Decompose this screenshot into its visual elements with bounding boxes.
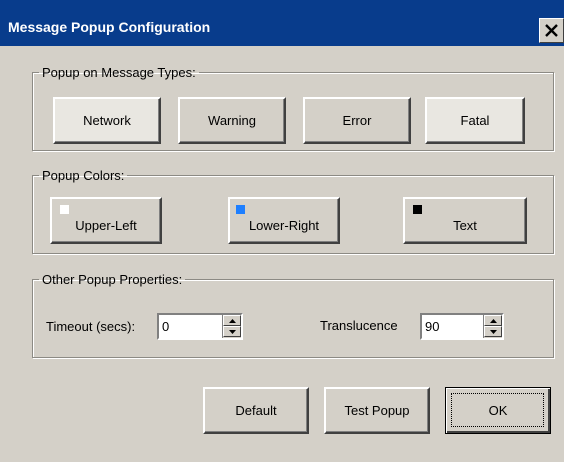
timeout-spinner[interactable]: 0 — [157, 313, 243, 340]
close-icon — [545, 24, 558, 37]
timeout-increment-button[interactable] — [223, 315, 241, 326]
default-button[interactable]: Default — [203, 387, 309, 434]
translucence-increment-button[interactable] — [484, 315, 502, 326]
other-properties-legend: Other Popup Properties: — [42, 272, 183, 287]
down-arrow-icon — [228, 329, 236, 334]
upper-left-color-button[interactable]: Upper-Left — [50, 197, 162, 244]
translucence-spinner[interactable]: 90 — [420, 313, 504, 340]
dialog-body: Popup on Message Types: Network Warning … — [0, 46, 564, 462]
focus-rectangle — [451, 393, 544, 427]
message-types-legend: Popup on Message Types: — [42, 65, 196, 80]
up-arrow-icon — [228, 318, 236, 323]
title-bar: Message Popup Configuration — [0, 0, 564, 46]
lower-right-color-button[interactable]: Lower-Right — [228, 197, 340, 244]
timeout-decrement-button[interactable] — [223, 326, 241, 337]
timeout-input[interactable]: 0 — [162, 319, 169, 334]
timeout-spin-buttons — [222, 315, 241, 338]
timeout-label: Timeout (secs): — [46, 319, 136, 334]
upper-left-swatch — [60, 205, 69, 214]
ok-button[interactable]: OK — [445, 387, 551, 434]
message-popup-dialog: Message Popup Configuration Popup on Mes… — [0, 0, 564, 462]
lower-right-label: Lower-Right — [248, 218, 320, 233]
translucence-spin-buttons — [483, 315, 502, 338]
upper-left-label: Upper-Left — [75, 218, 137, 233]
network-toggle-button[interactable]: Network — [53, 97, 161, 144]
window-title: Message Popup Configuration — [8, 19, 211, 35]
text-color-label: Text — [453, 218, 477, 233]
translucence-input[interactable]: 90 — [425, 319, 439, 334]
error-toggle-button[interactable]: Error — [303, 97, 411, 144]
popup-colors-legend: Popup Colors: — [42, 168, 125, 183]
translucence-label: Translucence — [320, 318, 398, 333]
up-arrow-icon — [489, 318, 497, 323]
warning-toggle-button[interactable]: Warning — [178, 97, 286, 144]
translucence-decrement-button[interactable] — [484, 326, 502, 337]
down-arrow-icon — [489, 329, 497, 334]
text-color-button[interactable]: Text — [403, 197, 527, 244]
lower-right-swatch — [236, 205, 245, 214]
text-swatch — [413, 205, 422, 214]
fatal-toggle-button[interactable]: Fatal — [425, 97, 525, 144]
close-button[interactable] — [539, 18, 564, 43]
test-popup-button[interactable]: Test Popup — [324, 387, 430, 434]
